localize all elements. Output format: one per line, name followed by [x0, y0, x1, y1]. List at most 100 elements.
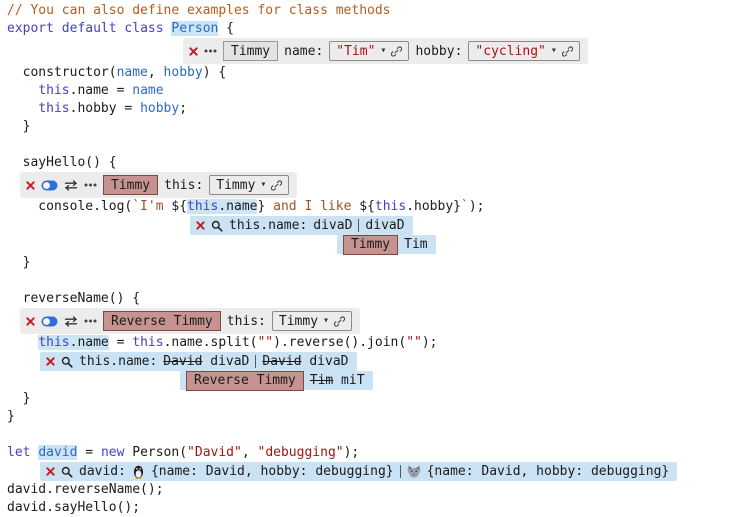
code-token: // You can also define examples for clas…: [7, 3, 391, 18]
blank-line: [7, 426, 749, 444]
search-icon[interactable]: [211, 220, 223, 232]
code-token: ,: [242, 445, 258, 460]
close-button[interactable]: [26, 317, 35, 326]
current-value: divaD: [313, 218, 352, 233]
code-token: david: [38, 445, 77, 460]
code-line: }: [7, 390, 749, 408]
probe-row: david: {name: David, hobby: debugging} {na…: [40, 462, 677, 481]
code-token: sayHello() {: [7, 155, 117, 170]
close-button[interactable]: [46, 357, 55, 366]
code-token: [7, 335, 38, 350]
code-line: }: [7, 254, 749, 272]
dropdown-value: "cycling": [475, 44, 545, 59]
current-value: {name: David, hobby: debugging}: [427, 464, 670, 479]
code-line: reverseName() {: [7, 290, 749, 308]
code-token: Person(: [124, 445, 187, 460]
param-dropdown[interactable]: "Tim"▾: [329, 41, 409, 61]
link-icon: [391, 46, 402, 57]
old-value: David: [163, 354, 202, 369]
example-widget-row: Timmyname:"Tim"▾hobby:"cycling"▾: [183, 38, 588, 64]
swap-button[interactable]: [64, 180, 78, 191]
search-icon[interactable]: [61, 466, 73, 478]
current-value: {name: David, hobby: debugging}: [151, 464, 394, 479]
code-line: }: [7, 118, 749, 136]
toggle-button[interactable]: [41, 180, 58, 191]
dropdown-arrow-icon: ▾: [260, 180, 266, 190]
code-token: this: [38, 83, 69, 98]
dropdown-arrow-icon: ▾: [323, 316, 329, 326]
code-token: new: [101, 445, 124, 460]
code-token: =: [77, 445, 100, 460]
param-dropdown[interactable]: Timmy▾: [272, 311, 352, 331]
param-dropdown[interactable]: "cycling" ▾: [468, 41, 579, 61]
probe-value: Tim: [404, 237, 427, 252]
example-chip[interactable]: Reverse Timmy: [186, 371, 304, 391]
code-token: let: [7, 445, 30, 460]
example-widget-row: Reverse Timmy this: Timmy▾: [20, 308, 360, 334]
probe-label: this.name:: [229, 218, 307, 233]
probe-row: this.name:divaDdivaD: [190, 216, 413, 235]
value-separator: [255, 355, 256, 368]
probe-value: {name: David, hobby: debugging}: [427, 464, 670, 479]
code-token: );: [469, 199, 485, 214]
old-value: Tim: [310, 373, 333, 388]
dropdown-arrow-icon: ▾: [551, 46, 557, 56]
code-token: name: [132, 83, 163, 98]
code-token: .name: [218, 199, 257, 214]
code-line: }: [7, 408, 749, 426]
param-dropdown[interactable]: Timmy ▾: [209, 175, 289, 195]
example-chip[interactable]: Timmy: [103, 175, 158, 195]
probe-line: david: {name: David, hobby: debugging} {na…: [40, 462, 749, 481]
toggle-button[interactable]: [41, 316, 58, 327]
code-token: ,: [148, 65, 164, 80]
code-token: ;: [179, 101, 187, 116]
dropdown-value: Timmy: [216, 178, 255, 193]
penguin-icon: [132, 465, 145, 479]
code-line: let david = new Person("David", "debuggi…: [7, 444, 749, 462]
code-token: }: [7, 391, 30, 406]
example-chip[interactable]: Reverse Timmy: [103, 311, 221, 331]
code-line: david.reverseName();: [7, 481, 749, 499]
more-button[interactable]: [204, 49, 217, 53]
current-value: divaD: [202, 354, 249, 369]
probe-label: david:: [79, 464, 126, 479]
example-chip[interactable]: Timmy: [343, 235, 398, 255]
close-button[interactable]: [189, 47, 198, 56]
close-button[interactable]: [46, 467, 55, 476]
code-token: hobby: [164, 65, 203, 80]
example-chip[interactable]: Timmy: [223, 41, 278, 61]
param-label: this:: [227, 314, 266, 329]
code-token: this: [132, 335, 163, 350]
probe-value: David divaD: [262, 354, 348, 369]
search-icon[interactable]: [61, 356, 73, 368]
current-value: miT: [333, 373, 364, 388]
code-line: constructor(name, hobby) {: [7, 64, 749, 82]
code-line: this.name = name: [7, 82, 749, 100]
code-token: ).reverse().join(: [273, 335, 406, 350]
link-icon: [271, 180, 282, 191]
more-button[interactable]: [84, 319, 97, 323]
code-token: Person: [171, 21, 218, 36]
more-button[interactable]: [84, 183, 97, 187]
param-label: name:: [284, 44, 323, 59]
probe-value: David divaD: [163, 354, 249, 369]
blank-line: [7, 272, 749, 290]
probe-row: this.name:David divaDDavid divaD: [40, 352, 357, 371]
code-token: constructor(: [7, 65, 117, 80]
code-token: this: [375, 199, 406, 214]
close-button[interactable]: [26, 181, 35, 190]
example-widget-line: Timmyname:"Tim"▾hobby:"cycling"▾: [183, 38, 749, 64]
code-token: "": [406, 335, 422, 350]
close-button[interactable]: [196, 221, 205, 230]
code-token: default: [62, 21, 117, 36]
code-token: "debugging": [258, 445, 344, 460]
swap-button[interactable]: [64, 316, 78, 327]
probe-value: divaD: [313, 218, 352, 233]
probe-line: this.name:divaDdivaD: [190, 216, 749, 235]
example-widget-row: Timmythis:Timmy▾: [20, 172, 297, 198]
code-token: );: [344, 445, 360, 460]
code-token: .name =: [70, 83, 133, 98]
code-token: export: [7, 21, 54, 36]
code-token: name: [117, 65, 148, 80]
code-token: );: [422, 335, 438, 350]
